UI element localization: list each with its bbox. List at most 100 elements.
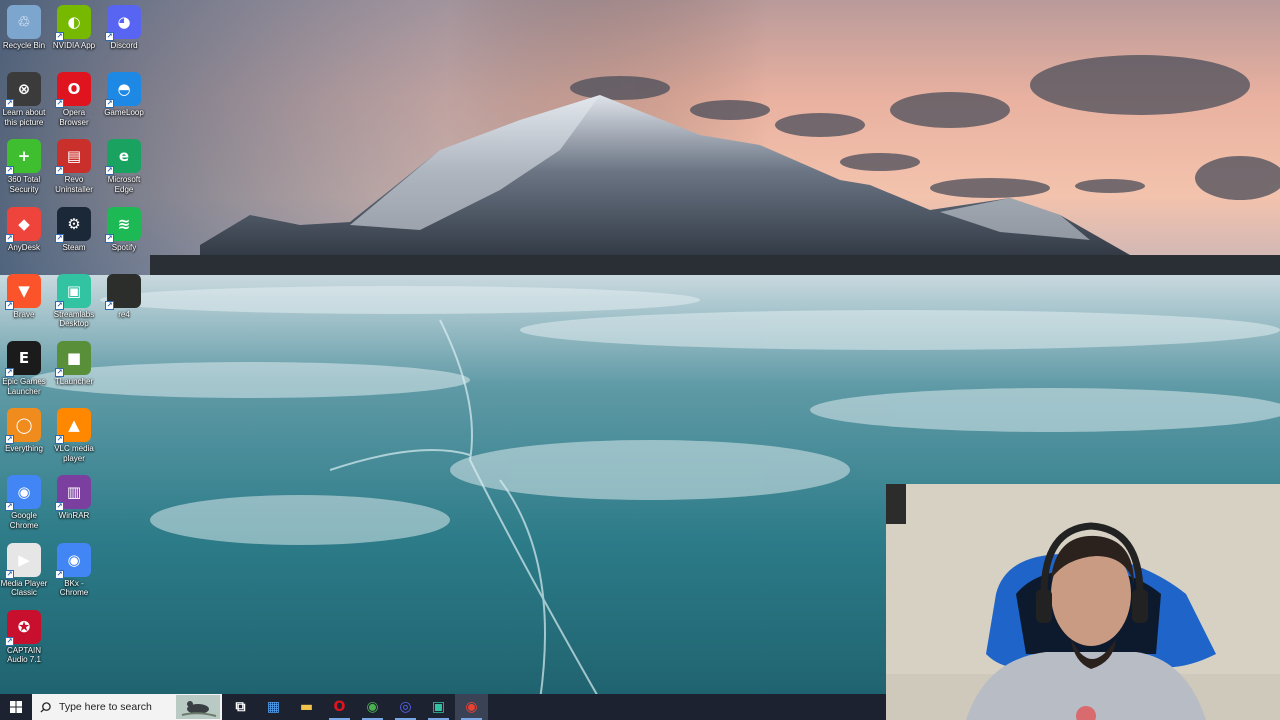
desktop-icon-epic-games[interactable]: E ↗ Epic Games Launcher (0, 341, 50, 396)
desktop-icon-steam[interactable]: ⚙ ↗ Steam (48, 206, 100, 253)
shortcut-arrow-icon: ↗ (55, 368, 64, 377)
desktop-icon-chrome[interactable]: ◉ ↗ Google Chrome (0, 475, 50, 530)
shortcut-arrow-icon: ↗ (5, 166, 14, 176)
desktop-icon-everything[interactable]: ◯ ↗ Everything (0, 408, 50, 454)
discord-icon: ◕ ↗ (105, 5, 141, 41)
learn-picture-icon: ⊗ ↗ (5, 72, 41, 109)
desktop-icon-label: 360 Total Security (7, 175, 41, 194)
desktop-icon-label: Epic Games Launcher (2, 377, 46, 396)
tlauncher-icon: ■ ↗ (55, 341, 91, 377)
shortcut-arrow-icon: ↗ (105, 300, 114, 310)
chrome-taskbar-icon: ◉ (366, 699, 379, 715)
taskbar-button-opera-taskbar[interactable]: O (323, 694, 356, 720)
desktop-icon-nvidia[interactable]: ◐ ↗ NVIDIA App (48, 5, 100, 51)
desktop-icon-streamlabs[interactable]: ▣ ↗ Streamlabs Desktop (48, 273, 100, 329)
shortcut-arrow-icon: ↗ (55, 99, 64, 109)
desktop-icon-label: re4 (118, 309, 130, 319)
winrar-icon: ▥ ↗ (55, 475, 91, 512)
search-highlight-bird-icon (176, 695, 220, 719)
taskbar-button-chrome-taskbar-2[interactable]: ◉ (455, 694, 488, 720)
desktop-icon-label: Everything (5, 444, 43, 454)
shortcut-arrow-icon: ↗ (5, 99, 14, 109)
desktop-icon-grid: ♲ Recycle Bin ◐ ↗ NVIDIA App ◕ ↗ Discord ⊗ ↗ Learn… (0, 0, 160, 694)
opera-icon: O ↗ (55, 72, 91, 109)
taskbar-button-streamlabs-taskbar[interactable]: ▣ (422, 694, 455, 720)
streamlabs-taskbar-icon: ▣ (431, 699, 446, 715)
taskbar-search-box[interactable]: Type here to search (32, 694, 222, 720)
vlc-icon: ▲ ↗ (55, 408, 91, 445)
streamlabs-icon: ▣ ↗ (55, 273, 91, 310)
desktop-icon-discord[interactable]: ◕ ↗ Discord (98, 5, 150, 51)
steam-icon: ⚙ ↗ (55, 206, 91, 243)
opera-taskbar-icon: O (333, 699, 346, 715)
desktop-icon-media-player-classic[interactable]: ▶ ↗ Media Player Classic (0, 542, 50, 598)
desktop-icon-label: Brave (13, 309, 35, 319)
desktop-icon-vlc[interactable]: ▲ ↗ VLC media player (48, 408, 100, 463)
desktop-icon-label: NVIDIA App (52, 41, 96, 50)
shortcut-arrow-icon: ↗ (5, 569, 14, 579)
search-icon (40, 701, 51, 713)
shortcut-arrow-icon: ↗ (55, 233, 64, 243)
spotify-icon: ≋ ↗ (105, 206, 141, 243)
taskbar-button-discord-taskbar[interactable]: ◎ (389, 694, 422, 720)
edge-icon: e ↗ (105, 139, 141, 176)
chrome-icon: ◉ ↗ (5, 475, 41, 512)
shortcut-arrow-icon: ↗ (55, 502, 64, 512)
desktop-icon-opera[interactable]: O ↗ Opera Browser (48, 72, 100, 127)
desktop-icon-label: Discord (110, 41, 138, 50)
360-security-icon: + ↗ (5, 139, 41, 176)
desktop-icon-label: Revo Uninstaller (55, 175, 93, 194)
shortcut-arrow-icon: ↗ (5, 300, 14, 310)
desktop-icon-gameloop[interactable]: ◓ ↗ GameLoop (98, 72, 150, 118)
desktop-icon-label: VLC media player (54, 444, 94, 463)
desktop-icon-brave[interactable]: ▼ ↗ Brave (0, 273, 50, 320)
desktop-icon-label: AnyDesk (7, 242, 40, 252)
file-explorer-icon: ▬ (299, 699, 314, 715)
desktop-icon-recycle-bin[interactable]: ♲ Recycle Bin (0, 5, 50, 51)
shortcut-arrow-icon: ↗ (55, 300, 64, 310)
ms-store-icon: ▦ (266, 699, 281, 715)
shortcut-arrow-icon: ↗ (5, 435, 14, 445)
shortcut-arrow-icon: ↗ (105, 233, 114, 243)
desktop-icon-revo-uninstaller[interactable]: ▤ ↗ Revo Uninstaller (48, 139, 100, 194)
taskbar-button-task-view[interactable]: ⧉ (224, 694, 257, 720)
desktop-icon-label: Steam (62, 242, 86, 252)
webcam-overlay (886, 484, 1280, 720)
desktop-icon-label: Streamlabs Desktop (53, 309, 95, 329)
desktop-icon-label: Opera Browser (59, 108, 89, 127)
desktop-icon-label: WinRAR (58, 511, 90, 521)
re4-icon: ↗ (105, 273, 141, 310)
revo-uninstaller-icon: ▤ ↗ (55, 139, 91, 176)
taskbar-button-file-explorer[interactable]: ▬ (290, 694, 323, 720)
desktop-icon-edge[interactable]: e ↗ Microsoft Edge (98, 139, 150, 194)
desktop-icon-anydesk[interactable]: ◆ ↗ AnyDesk (0, 206, 50, 253)
shortcut-arrow-icon: ↗ (5, 502, 14, 512)
desktop-icon-learn-picture[interactable]: ⊗ ↗ Learn about this picture (0, 72, 50, 127)
windows-logo-icon (10, 701, 22, 713)
discord-taskbar-icon: ◎ (399, 699, 412, 715)
shortcut-arrow-icon: ↗ (55, 435, 64, 445)
start-button[interactable] (0, 694, 32, 720)
desktop-icon-bkx-chrome[interactable]: ◉ ↗ BKx - Chrome (48, 542, 100, 598)
task-view-icon: ⧉ (235, 699, 246, 715)
shortcut-arrow-icon: ↗ (105, 32, 114, 41)
shortcut-arrow-icon: ↗ (5, 368, 14, 377)
desktop-icon-captain-audio[interactable]: ✪ ↗ CAPTAIN Audio 7.1 (0, 609, 50, 665)
desktop-icon-label: Spotify (111, 242, 137, 252)
shortcut-arrow-icon: ↗ (105, 166, 114, 176)
everything-icon: ◯ ↗ (5, 408, 41, 445)
desktop-icon-label: Microsoft Edge (107, 175, 141, 194)
captain-audio-icon: ✪ ↗ (5, 609, 41, 646)
taskbar-button-ms-store[interactable]: ▦ (257, 694, 290, 720)
desktop-icon-tlauncher[interactable]: ■ ↗ TLauncher (48, 341, 100, 387)
anydesk-icon: ◆ ↗ (5, 206, 41, 243)
desktop-icon-label: Google Chrome (9, 511, 39, 530)
taskbar-pinned-apps: ⧉ ▦ ▬ O ◉ ◎ ▣ ◉ (224, 694, 488, 720)
desktop-icon-winrar[interactable]: ▥ ↗ WinRAR (48, 475, 100, 521)
gameloop-icon: ◓ ↗ (105, 72, 141, 109)
desktop-icon-spotify[interactable]: ≋ ↗ Spotify (98, 206, 150, 253)
desktop-icon-re4[interactable]: ↗ re4 (98, 273, 150, 320)
taskbar-button-chrome-taskbar[interactable]: ◉ (356, 694, 389, 720)
desktop-icon-360-security[interactable]: + ↗ 360 Total Security (0, 139, 50, 194)
search-placeholder: Type here to search (59, 701, 152, 713)
